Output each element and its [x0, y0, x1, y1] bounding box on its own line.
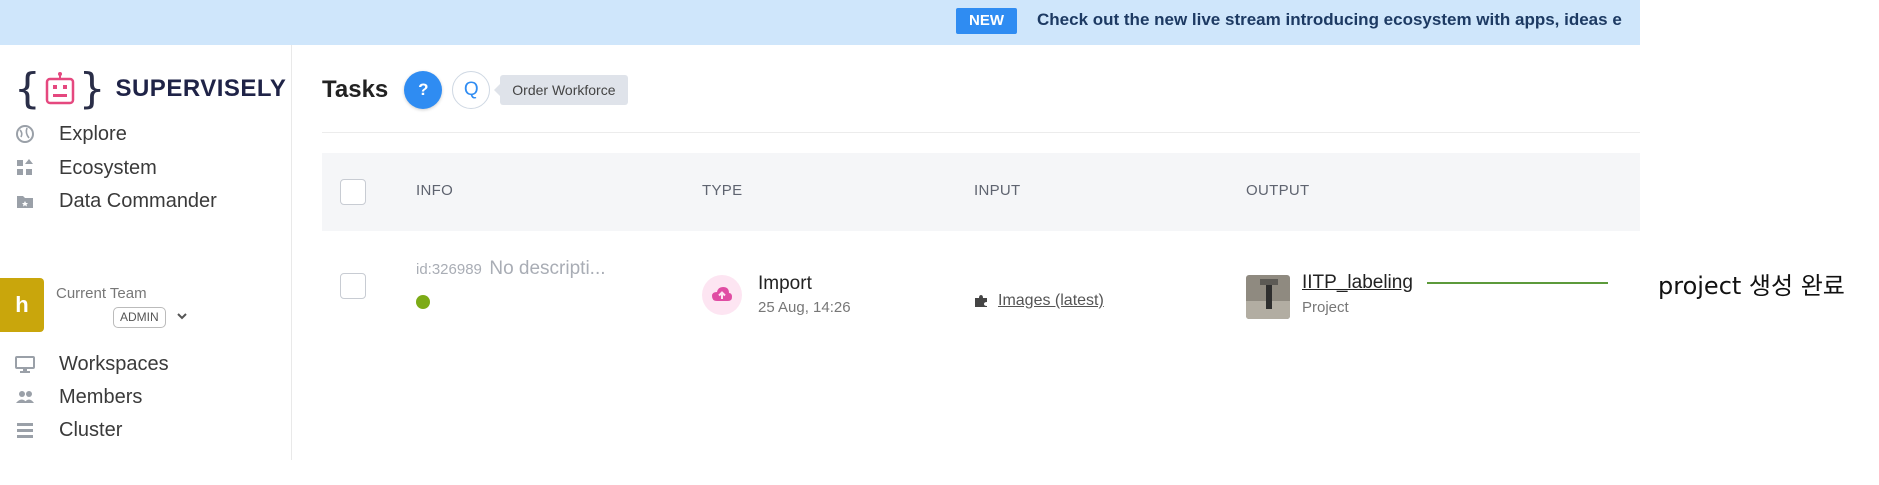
annotation-text: project 생성 완료	[1658, 272, 1845, 300]
page-title: Tasks	[322, 76, 389, 103]
sidebar-item-label: Data Commander	[59, 189, 217, 212]
chevron-down-icon[interactable]	[176, 311, 188, 321]
globe-icon	[14, 123, 36, 145]
role-badge: ADMIN	[113, 307, 166, 328]
column-header-input: INPUT	[974, 182, 1021, 199]
sidebar-item-label: Members	[59, 385, 143, 408]
status-dot	[416, 295, 430, 309]
main-content: Tasks ? Q Order Workforce INFO TYPE INPU…	[292, 45, 1640, 460]
sidebar-item-label: Workspaces	[59, 352, 169, 375]
new-badge: NEW	[956, 8, 1017, 34]
brand-name: SUPERVISELY	[115, 75, 287, 102]
robot-logo-icon	[45, 72, 74, 105]
sidebar-item-ecosystem[interactable]: Ecosystem	[14, 153, 157, 183]
header-divider	[322, 132, 1640, 133]
help-button[interactable]: ?	[404, 71, 443, 109]
folder-icon	[14, 190, 36, 212]
logo-left-brace-icon: {	[14, 64, 41, 113]
puzzle-icon	[975, 295, 987, 307]
select-all-checkbox[interactable]	[340, 179, 366, 205]
q-button[interactable]: Q	[452, 71, 491, 109]
page-header: Tasks ? Q Order Workforce	[322, 70, 628, 110]
column-header-info: INFO	[416, 182, 454, 199]
monitor-icon	[14, 353, 36, 375]
input-link[interactable]: Images (latest)	[998, 292, 1104, 310]
task-info: id:326989 No descripti...	[416, 258, 606, 280]
output-project-link[interactable]: IITP_labeling	[1302, 272, 1413, 294]
cloud-upload-icon	[702, 275, 742, 315]
row-checkbox[interactable]	[340, 273, 366, 299]
sidebar-item-members[interactable]: Members	[14, 382, 142, 412]
sidebar-item-cluster[interactable]: Cluster	[14, 415, 122, 445]
task-input: Images (latest)	[974, 292, 1104, 310]
task-description: No descripti...	[489, 258, 606, 279]
order-workforce-button[interactable]: Order Workforce	[494, 75, 628, 105]
sidebar-item-label: Explore	[59, 122, 127, 145]
team-avatar[interactable]: h	[0, 278, 44, 332]
logo-right-brace-icon: }	[78, 64, 106, 113]
project-thumbnail[interactable]	[1246, 275, 1290, 319]
column-header-output: OUTPUT	[1246, 182, 1310, 199]
logo[interactable]: { } SUPERVISELY	[14, 65, 286, 113]
sidebar: { } SUPERVISELY Explore Ecosystem Data C…	[0, 45, 292, 460]
table-header: INFO TYPE INPUT OUTPUT	[322, 153, 1640, 231]
column-header-type: TYPE	[702, 182, 743, 199]
output-type: Project	[1302, 299, 1349, 316]
users-icon	[14, 386, 36, 408]
ecosystem-icon	[14, 157, 36, 179]
app-screenshot: NEW Check out the new live stream introd…	[0, 0, 1640, 460]
annotation-line	[1427, 282, 1608, 284]
list-icon	[14, 419, 36, 441]
task-type: Import	[758, 273, 812, 294]
sidebar-item-workspaces[interactable]: Workspaces	[14, 349, 169, 379]
sidebar-item-label: Ecosystem	[59, 156, 157, 179]
announcement-banner[interactable]: NEW Check out the new live stream introd…	[0, 0, 1640, 45]
task-id: id:326989	[416, 261, 482, 278]
task-time: 25 Aug, 14:26	[758, 299, 851, 316]
sidebar-item-explore[interactable]: Explore	[14, 119, 127, 149]
sidebar-item-data-commander[interactable]: Data Commander	[14, 186, 217, 216]
team-label: Current Team	[56, 285, 147, 302]
tasks-table: INFO TYPE INPUT OUTPUT id:326989 No desc…	[322, 153, 1640, 335]
team-switcher[interactable]: h Current Team ADMIN	[0, 278, 292, 333]
sidebar-item-label: Cluster	[59, 418, 123, 441]
banner-text[interactable]: Check out the new live stream introducin…	[1037, 10, 1622, 30]
